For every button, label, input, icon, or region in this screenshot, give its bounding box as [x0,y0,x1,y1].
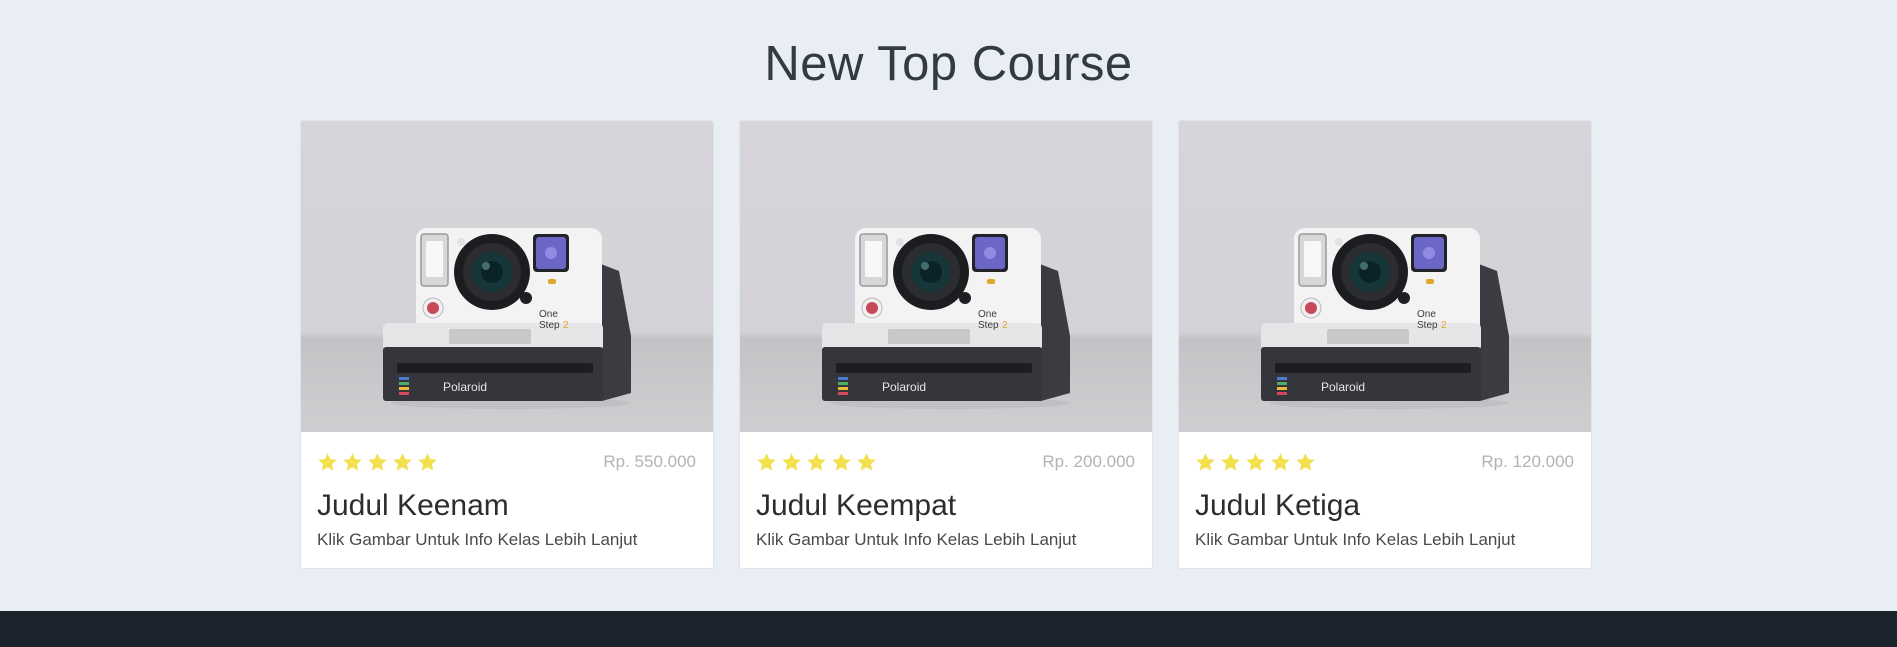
course-description: Klik Gambar Untuk Info Kelas Lebih Lanju… [756,530,1077,549]
course-card[interactable]: Polaroid One Step 2 Rp. 200.000 Judul Ke… [739,120,1153,569]
course-price: Rp. 120.000 [1481,452,1574,471]
camera-illustration: Polaroid One Step 2 [1261,228,1509,409]
course-description: Klik Gambar Untuk Info Kelas Lebih Lanju… [317,530,638,549]
course-price: Rp. 200.000 [1042,452,1135,471]
svg-text:One: One [539,309,558,320]
star-icon [393,453,412,471]
svg-text:One: One [1417,309,1436,320]
star-icon [1196,453,1215,471]
star-icon [1221,453,1240,471]
svg-text:Polaroid: Polaroid [882,380,926,394]
course-card-list: Polaroid One Step 2 Rp. 550.000 Judul Ke… [300,120,1596,569]
course-image[interactable]: Polaroid One Step 2 [740,121,1152,432]
course-card-body: Rp. 550.000 Judul Keenam Klik Gambar Unt… [301,432,713,568]
star-icon [1246,453,1265,471]
section-title: New Top Course [764,37,1133,91]
star-icon [343,453,362,471]
svg-text:2: 2 [1002,320,1008,331]
star-icon [318,453,337,471]
star-rating [1195,452,1316,473]
svg-text:One: One [978,309,997,320]
course-title[interactable]: Judul Keempat [756,489,956,523]
course-card[interactable]: Polaroid One Step 2 Rp. 550.000 Judul Ke… [300,120,714,569]
course-description: Klik Gambar Untuk Info Kelas Lebih Lanju… [1195,530,1516,549]
star-icon [1296,453,1315,471]
course-card[interactable]: Polaroid One Step 2 Rp. 120.000 Judul Ke… [1178,120,1592,569]
svg-text:Polaroid: Polaroid [443,380,487,394]
star-icon [782,453,801,471]
course-price: Rp. 550.000 [603,452,696,471]
svg-text:Step: Step [539,320,560,331]
course-title[interactable]: Judul Ketiga [1195,489,1360,523]
course-image[interactable]: Polaroid One Step 2 [301,121,713,432]
star-icon [418,453,437,471]
course-card-body: Rp. 200.000 Judul Keempat Klik Gambar Un… [740,432,1152,568]
camera-illustration: Polaroid One Step 2 [822,228,1070,409]
star-icon [857,453,876,471]
camera-illustration: Polaroid One Step 2 [383,228,631,409]
star-rating [756,452,877,473]
star-rating [317,452,438,473]
svg-text:2: 2 [563,320,569,331]
svg-text:Step: Step [978,320,999,331]
star-icon [368,453,387,471]
course-title[interactable]: Judul Keenam [317,489,509,523]
course-card-body: Rp. 120.000 Judul Ketiga Klik Gambar Unt… [1179,432,1591,568]
svg-text:2: 2 [1441,320,1447,331]
svg-text:Polaroid: Polaroid [1321,380,1365,394]
star-icon [757,453,776,471]
course-image[interactable]: Polaroid One Step 2 [1179,121,1591,432]
star-icon [832,453,851,471]
footer [0,611,1897,647]
svg-text:Step: Step [1417,320,1438,331]
star-icon [1271,453,1290,471]
star-icon [807,453,826,471]
